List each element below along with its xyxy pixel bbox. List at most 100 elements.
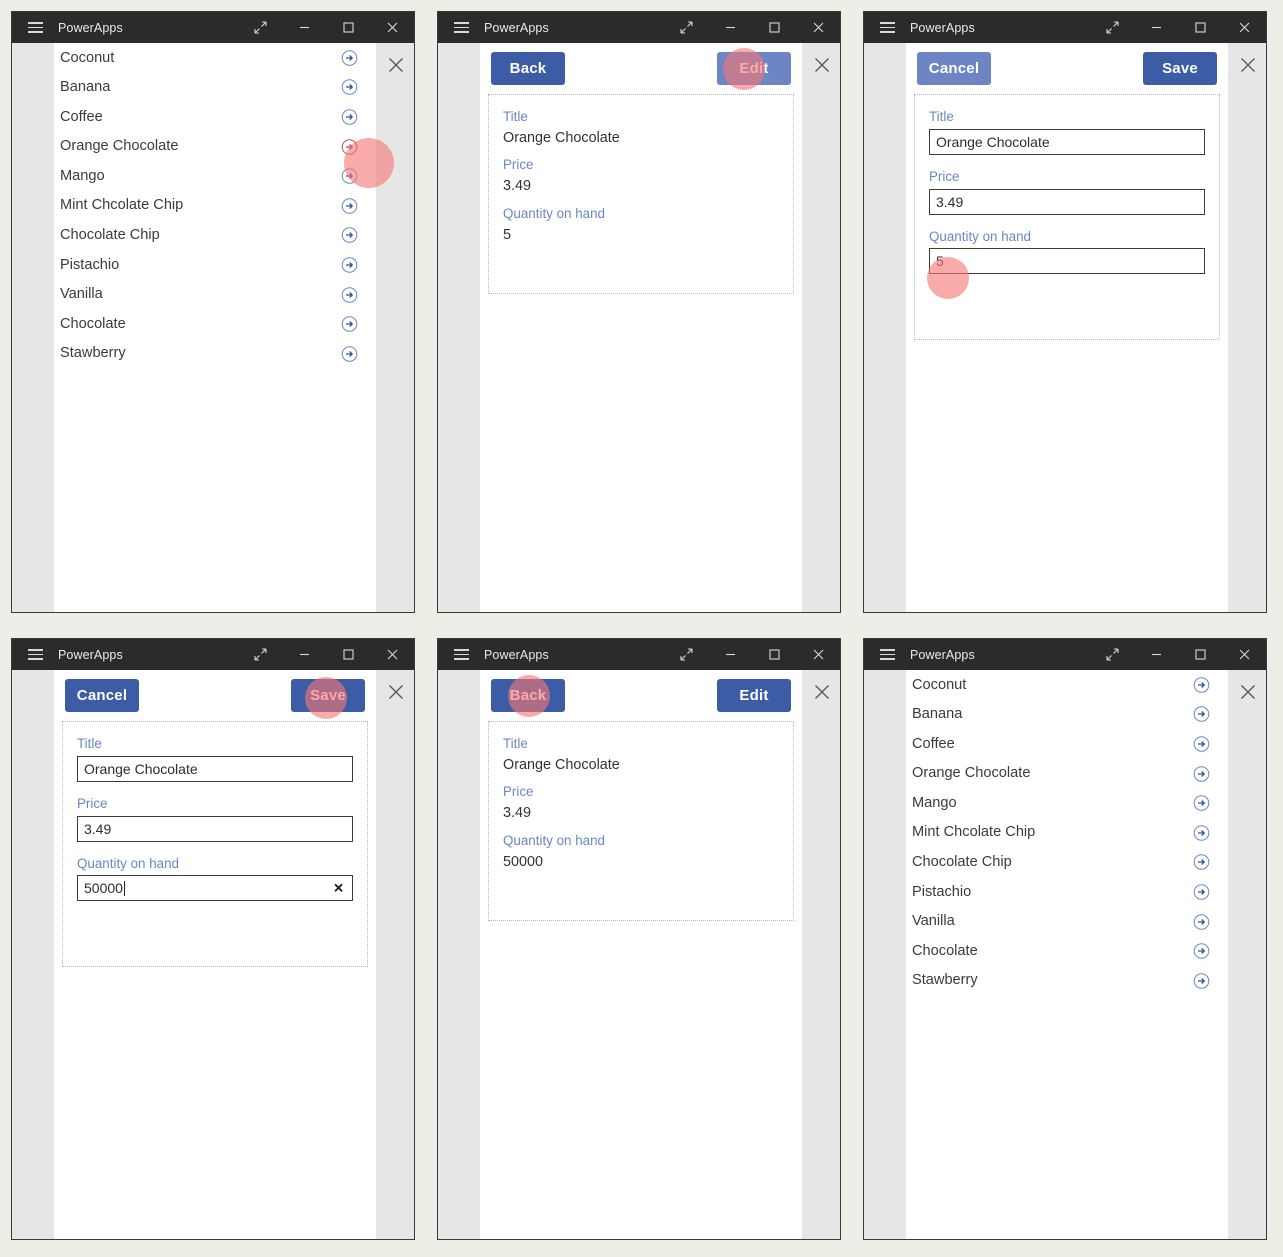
cancel-button[interactable]: Cancel (65, 679, 139, 712)
cancel-button[interactable]: Cancel (917, 52, 991, 85)
list-item[interactable]: Coffee (54, 102, 376, 132)
arrow-circle-right-icon[interactable] (1193, 913, 1210, 930)
minimize-icon[interactable] (282, 12, 326, 43)
list-item[interactable]: Vanilla (54, 280, 376, 310)
list-item[interactable]: Chocolate (54, 309, 376, 339)
maximize-icon[interactable] (752, 639, 796, 670)
back-button[interactable]: Back (491, 52, 565, 85)
close-icon[interactable] (370, 12, 414, 43)
back-button[interactable]: Back (491, 679, 565, 712)
arrow-circle-right-icon[interactable] (1193, 735, 1210, 752)
list-item[interactable]: Banana (906, 700, 1228, 730)
expand-diagonal-icon[interactable] (1090, 639, 1134, 670)
close-icon[interactable] (382, 678, 410, 706)
arrow-circle-right-icon[interactable] (341, 49, 358, 66)
close-icon[interactable] (1234, 51, 1262, 79)
clear-x-icon[interactable]: ✕ (333, 882, 344, 895)
arrow-circle-right-icon[interactable] (1193, 883, 1210, 900)
maximize-icon[interactable] (1178, 12, 1222, 43)
expand-diagonal-icon[interactable] (238, 12, 282, 43)
expand-diagonal-icon[interactable] (238, 639, 282, 670)
close-icon[interactable] (370, 639, 414, 670)
arrow-circle-right-icon[interactable] (1193, 943, 1210, 960)
close-icon[interactable] (808, 51, 836, 79)
price-input[interactable]: 3.49 (77, 815, 353, 842)
hamburger-icon[interactable] (12, 12, 58, 43)
list-item-label: Vanilla (912, 913, 955, 930)
hamburger-icon[interactable] (438, 12, 484, 43)
window-controls (238, 639, 414, 670)
price-input[interactable]: 3.49 (929, 188, 1205, 215)
hamburger-icon[interactable] (864, 12, 910, 43)
hamburger-icon[interactable] (864, 639, 910, 670)
list-item[interactable]: Banana (54, 73, 376, 103)
arrow-circle-right-icon[interactable] (341, 286, 358, 303)
minimize-icon[interactable] (1134, 12, 1178, 43)
hamburger-icon[interactable] (438, 639, 484, 670)
close-icon[interactable] (382, 51, 410, 79)
window-controls (664, 639, 840, 670)
list-item[interactable]: Coconut (54, 43, 376, 73)
arrow-circle-right-icon[interactable] (1193, 854, 1210, 871)
arrow-circle-right-icon[interactable] (1193, 972, 1210, 989)
list-item[interactable]: Chocolate (906, 936, 1228, 966)
list-item[interactable]: Stawberry (54, 339, 376, 369)
maximize-icon[interactable] (326, 12, 370, 43)
arrow-circle-right-icon[interactable] (341, 316, 358, 333)
arrow-circle-right-icon[interactable] (1193, 824, 1210, 841)
maximize-icon[interactable] (752, 12, 796, 43)
title-input[interactable]: Orange Chocolate (77, 755, 353, 782)
list-item[interactable]: Mint Chcolate Chip (906, 818, 1228, 848)
arrow-circle-right-icon[interactable] (1193, 676, 1210, 693)
close-icon[interactable] (808, 678, 836, 706)
maximize-icon[interactable] (326, 639, 370, 670)
arrow-circle-right-icon[interactable] (341, 256, 358, 273)
list-item-selected[interactable]: Orange Chocolate (54, 132, 376, 162)
arrow-circle-right-icon[interactable] (341, 197, 358, 214)
arrow-circle-right-icon[interactable] (341, 345, 358, 362)
save-button[interactable]: Save (291, 679, 365, 712)
list-item[interactable]: Chocolate Chip (906, 848, 1228, 878)
list-item[interactable]: Vanilla (906, 907, 1228, 937)
close-icon[interactable] (1222, 12, 1266, 43)
arrow-circle-right-icon[interactable] (341, 108, 358, 125)
arrow-circle-right-icon[interactable] (341, 168, 358, 185)
quantity-input[interactable]: 5 (929, 248, 1205, 275)
minimize-icon[interactable] (708, 12, 752, 43)
arrow-circle-right-icon[interactable] (341, 227, 358, 244)
close-icon[interactable] (1234, 678, 1262, 706)
arrow-circle-right-icon[interactable] (1193, 706, 1210, 723)
expand-diagonal-icon[interactable] (1090, 12, 1134, 43)
list-item[interactable]: Pistachio (54, 250, 376, 280)
list-item[interactable]: Coffee (906, 729, 1228, 759)
minimize-icon[interactable] (282, 639, 326, 670)
expand-diagonal-icon[interactable] (664, 639, 708, 670)
arrow-circle-right-icon[interactable] (341, 138, 358, 155)
close-icon[interactable] (796, 639, 840, 670)
arrow-circle-right-icon[interactable] (1193, 765, 1210, 782)
arrow-circle-right-icon[interactable] (341, 79, 358, 96)
expand-diagonal-icon[interactable] (664, 12, 708, 43)
list-item[interactable]: Mint Chcolate Chip (54, 191, 376, 221)
arrow-circle-right-icon[interactable] (1193, 795, 1210, 812)
list-item[interactable]: Orange Chocolate (906, 759, 1228, 789)
minimize-icon[interactable] (708, 639, 752, 670)
list-item[interactable]: Coconut (906, 670, 1228, 700)
list-item[interactable]: Chocolate Chip (54, 221, 376, 251)
list-item[interactable]: Pistachio (906, 877, 1228, 907)
list-item[interactable]: Stawberry (906, 966, 1228, 996)
minimize-icon[interactable] (1134, 639, 1178, 670)
quantity-input-focused[interactable]: 50000 ✕ (77, 875, 353, 902)
maximize-icon[interactable] (1178, 639, 1222, 670)
edit-button[interactable]: Edit (717, 679, 791, 712)
edit-button[interactable]: Edit (717, 52, 791, 85)
app-stage: Coconut Banana Coffee Orange Chocolate M… (54, 43, 376, 612)
list-item-label: Vanilla (60, 286, 103, 303)
save-button[interactable]: Save (1143, 52, 1217, 85)
list-item[interactable]: Mango (906, 788, 1228, 818)
close-icon[interactable] (796, 12, 840, 43)
title-input[interactable]: Orange Chocolate (929, 128, 1205, 155)
list-item[interactable]: Mango (54, 161, 376, 191)
hamburger-icon[interactable] (12, 639, 58, 670)
close-icon[interactable] (1222, 639, 1266, 670)
